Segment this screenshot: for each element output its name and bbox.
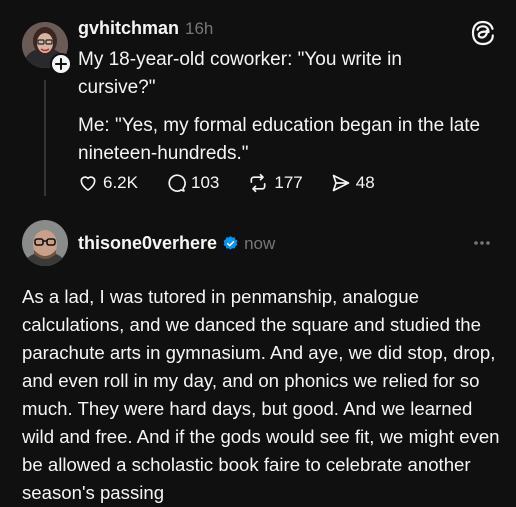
- repost-icon: [250, 173, 266, 193]
- comment-icon: [168, 174, 186, 192]
- post-text: Me: "Yes, my formal education began in t…: [78, 115, 481, 164]
- reply-count: 103: [190, 173, 220, 192]
- share-icon: [332, 174, 350, 192]
- username[interactable]: gvhitchman: [78, 18, 179, 39]
- reply-text: As a lad, I was tutored in penmanship, a…: [22, 286, 500, 503]
- like-button[interactable]: 6.2K: [78, 173, 138, 193]
- threads-logo-icon[interactable]: [468, 18, 498, 48]
- verified-badge-icon: [223, 236, 238, 250]
- share-button[interactable]: 48: [331, 173, 375, 193]
- like-count: 6.2K: [103, 173, 138, 192]
- username[interactable]: thisone0verhere: [78, 233, 217, 254]
- timestamp: now: [244, 233, 276, 253]
- timestamp: 16h: [185, 19, 214, 38]
- share-count: 48: [355, 173, 375, 192]
- repost-button[interactable]: 177: [247, 173, 303, 193]
- repost-count: 177: [274, 173, 303, 192]
- reply-button[interactable]: 103: [166, 173, 219, 193]
- thread-line: [44, 80, 46, 196]
- heart-icon: [80, 176, 96, 191]
- more-options-icon[interactable]: [470, 236, 494, 248]
- avatar[interactable]: [22, 220, 68, 266]
- post-text: My 18-year-old coworker: "You write in c…: [78, 49, 402, 98]
- follow-plus-icon[interactable]: [50, 53, 72, 75]
